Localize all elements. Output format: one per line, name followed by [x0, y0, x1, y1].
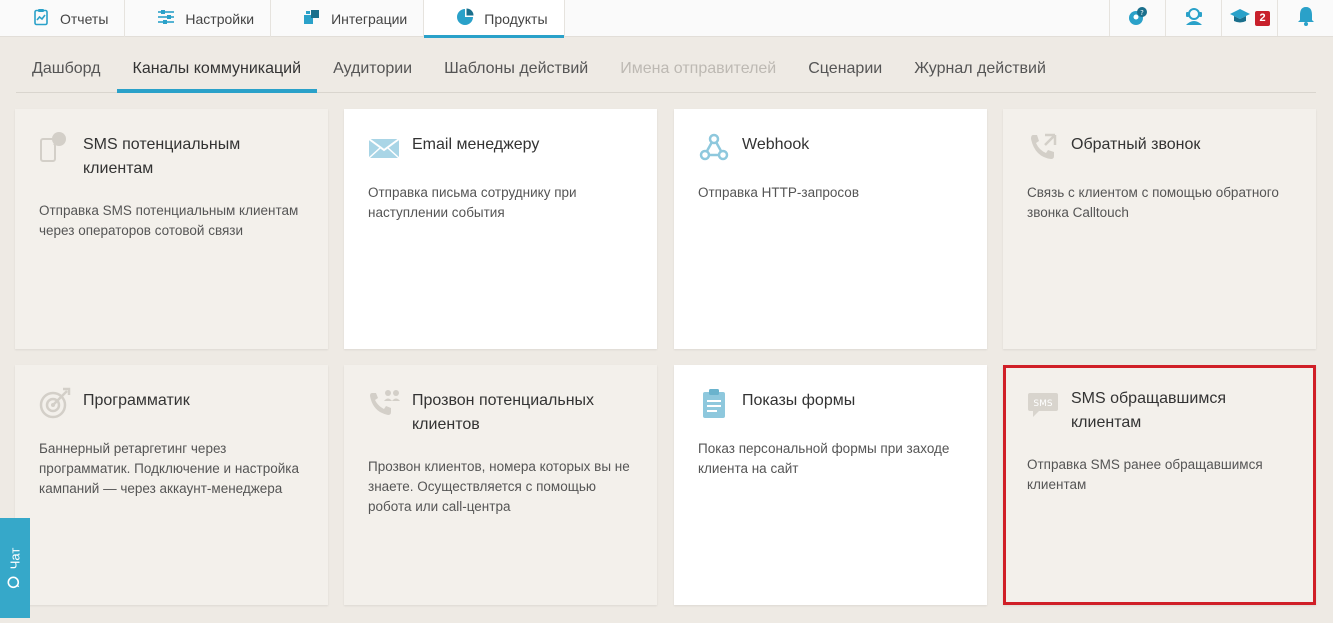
form-icon — [698, 387, 730, 419]
tab-dashboard[interactable]: Дашборд — [16, 44, 117, 92]
tab-scenarios[interactable]: Сценарии — [792, 44, 898, 92]
sms-bubble-icon: SMS — [1027, 387, 1059, 419]
card-sms-returning-clients[interactable]: SMS SMS обращавшимся клиентам Отправка S… — [1003, 365, 1316, 605]
target-icon — [39, 387, 71, 419]
tab-communication-channels[interactable]: Каналы коммуникаций — [116, 44, 318, 93]
card-description: Показ персональной формы при заходе клие… — [698, 441, 950, 476]
envelope-icon — [368, 131, 400, 163]
card-description: Отправка письма сотруднику при наступлен… — [368, 185, 577, 220]
top-icons: ? 2 — [1109, 0, 1333, 36]
support-chat-icon: ? — [1127, 5, 1149, 32]
bell-icon — [1295, 5, 1317, 32]
graduation-cap-icon — [1229, 5, 1251, 32]
webhook-icon — [698, 131, 730, 163]
card-form-display[interactable]: Показы формы Показ персональной формы пр… — [674, 365, 987, 605]
top-navigation-bar: Отчеты Настройки Интеграции Продукты ? 2 — [0, 0, 1333, 38]
card-description: Отправка HTTP-запросов — [698, 185, 859, 200]
education-button[interactable]: 2 — [1221, 0, 1277, 36]
support-button[interactable]: ? — [1109, 0, 1165, 36]
card-description: Связь с клиентом с помощью обратного зво… — [1027, 185, 1279, 220]
top-tab-products[interactable]: Продукты — [424, 0, 565, 38]
card-description: Отправка SMS ранее обращавшимся клиентам — [1027, 457, 1263, 492]
sms-icon-text: SMS — [1033, 399, 1052, 409]
card-title: Прозвон потенциальных клиентов — [412, 392, 595, 433]
card-sms-potential-clients[interactable]: SMS потенциальным клиентам Отправка SMS … — [15, 109, 328, 349]
top-tab-label: Настройки — [185, 10, 255, 27]
card-call-potential-clients[interactable]: Прозвон потенциальных клиентов Прозвон к… — [344, 365, 657, 605]
manager-button[interactable] — [1165, 0, 1221, 36]
tab-action-templates[interactable]: Шаблоны действий — [428, 44, 604, 92]
tab-audiences[interactable]: Аудитории — [317, 44, 428, 92]
education-badge: 2 — [1255, 10, 1270, 26]
card-title: SMS потенциальным клиентам — [83, 136, 241, 177]
chat-label: Чат — [7, 547, 23, 569]
card-callback[interactable]: Обратный звонок Связь с клиентом с помощ… — [1003, 109, 1316, 349]
svg-text:?: ? — [1140, 9, 1144, 17]
top-tab-reports[interactable]: Отчеты — [0, 0, 126, 37]
top-tab-label: Отчеты — [60, 10, 109, 27]
card-title: Email менеджеру — [412, 136, 540, 153]
top-tabs: Отчеты Настройки Интеграции Продукты — [0, 0, 565, 38]
chat-button[interactable]: Чат — [0, 518, 30, 618]
top-tab-label: Продукты — [484, 10, 548, 27]
card-programmatic[interactable]: Программатик Баннерный ретаргетинг через… — [15, 365, 328, 605]
phone-people-icon — [368, 387, 400, 419]
card-description: Отправка SMS потенциальным клиентам чере… — [39, 203, 299, 238]
card-email-manager[interactable]: Email менеджеру Отправка письма сотрудни… — [344, 109, 657, 349]
sms-phone-icon — [39, 131, 71, 163]
tab-action-log[interactable]: Журнал действий — [898, 44, 1062, 92]
card-title: SMS обращавшимся клиентам — [1071, 390, 1226, 431]
card-webhook[interactable]: Webhook Отправка HTTP-запросов — [674, 109, 987, 349]
pie-chart-icon — [456, 8, 474, 29]
clipboard-chart-icon — [32, 8, 50, 29]
sliders-icon — [157, 8, 175, 29]
card-title: Обратный звонок — [1071, 136, 1201, 153]
top-tab-integrations[interactable]: Интеграции — [271, 0, 425, 37]
notifications-button[interactable] — [1277, 0, 1333, 36]
callback-icon — [1027, 131, 1059, 163]
section-tabs: Дашборд Каналы коммуникаций Аудитории Ша… — [16, 44, 1316, 93]
chat-bubble-icon — [7, 575, 24, 589]
puzzle-icon — [303, 8, 321, 29]
tab-sender-names: Имена отправителей — [620, 60, 777, 77]
card-title: Показы формы — [742, 392, 856, 409]
top-tab-settings[interactable]: Настройки — [125, 0, 272, 37]
card-description: Баннерный ретаргетинг через программатик… — [39, 441, 299, 496]
card-title: Программатик — [83, 392, 190, 409]
card-description: Прозвон клиентов, номера которых вы не з… — [368, 459, 630, 514]
card-title: Webhook — [742, 136, 810, 153]
headset-icon — [1183, 5, 1205, 32]
top-tab-label: Интеграции — [331, 10, 408, 27]
